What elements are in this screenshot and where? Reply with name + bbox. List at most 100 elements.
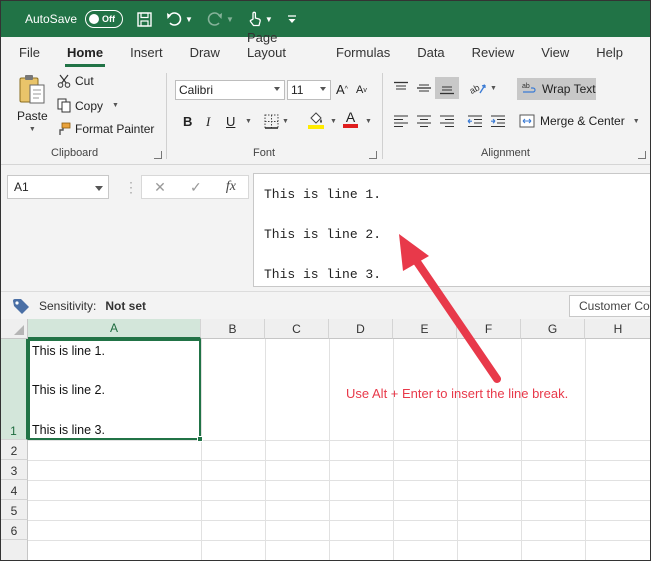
row-header-7[interactable] [1,540,28,560]
paste-caret-icon[interactable]: ▼ [29,126,36,133]
customize-qat-icon[interactable] [287,13,297,25]
middle-align-icon[interactable] [416,81,432,95]
column-header-c[interactable]: C [265,319,329,339]
column-header-b[interactable]: B [201,319,265,339]
bottom-align-icon[interactable] [435,77,459,99]
align-left-icon[interactable] [393,114,409,128]
tab-insert[interactable]: Insert [130,45,163,67]
gridline [28,480,650,481]
gridline [28,440,650,441]
tab-formulas[interactable]: Formulas [336,45,390,67]
clipboard-group-label: Clipboard [51,147,99,159]
borders-caret-icon[interactable]: ▼ [282,118,289,125]
cut-button[interactable]: Cut [57,74,94,88]
underline-button[interactable]: U [226,114,235,129]
row-header-6[interactable]: 6 [1,520,28,540]
spreadsheet-grid[interactable]: A B C D E F G H 1 2 3 4 5 6 This is line… [1,319,650,560]
orientation-icon[interactable]: ab ▼ [469,80,497,96]
font-name-select[interactable]: Calibri [175,80,285,100]
merge-center-caret-icon[interactable]: ▼ [633,118,640,125]
formula-bar[interactable]: This is line 1. This is line 2. This is … [253,173,650,287]
increase-indent-icon[interactable] [490,114,506,128]
column-header-g[interactable]: G [521,319,585,339]
sensitivity-value[interactable]: Not set [105,299,146,313]
clipboard-launcher-icon[interactable] [154,151,162,159]
autosave-label: AutoSave [25,12,78,26]
insert-function-icon[interactable]: fx [226,179,236,195]
font-separator [382,73,383,159]
toggle-knob [89,14,100,24]
save-icon[interactable] [137,11,152,27]
font-color-icon[interactable]: A [343,110,358,128]
enter-icon[interactable]: ✓ [190,179,202,196]
row-header-2[interactable]: 2 [1,440,28,460]
tab-view[interactable]: View [541,45,569,67]
borders-icon[interactable]: ▼ [264,114,289,129]
excel-window: AutoSave Off ▼ ▼ ▼ File Home Insert Draw… [0,0,651,561]
column-header-d[interactable]: D [329,319,393,339]
tab-file[interactable]: File [19,45,40,67]
bold-button[interactable]: B [183,114,192,129]
font-size-select[interactable]: 11 [287,80,331,100]
column-header-f[interactable]: F [457,319,521,339]
row-header-3[interactable]: 3 [1,460,28,480]
tab-home[interactable]: Home [64,45,106,67]
scissors-icon [57,74,71,88]
column-header-a[interactable]: A [28,319,201,339]
row-header-1[interactable]: 1 [1,339,28,440]
touch-caret-icon[interactable]: ▼ [265,15,273,24]
decrease-indent-icon[interactable] [467,114,483,128]
select-all-corner[interactable] [1,319,28,339]
redo-icon: ▼ [207,12,234,26]
active-cell-a1[interactable] [28,339,203,442]
increase-font-size-icon[interactable]: A ^ [336,82,348,97]
align-right-icon[interactable] [439,114,455,128]
undo-icon[interactable]: ▼ [166,12,193,26]
italic-button[interactable]: I [206,114,210,130]
autosave-state: Off [102,14,116,24]
name-box-caret-icon[interactable] [95,186,103,191]
title-bar: AutoSave Off ▼ ▼ ▼ [1,1,650,37]
copy-label: Copy [75,98,104,113]
font-group-label: Font [253,147,276,159]
row-header-5[interactable]: 5 [1,500,28,520]
fill-handle[interactable] [197,436,203,442]
autosave-toggle[interactable]: Off [85,10,124,28]
underline-caret-icon[interactable]: ▼ [245,118,252,125]
copy-caret-icon[interactable]: ▼ [112,102,119,109]
name-box[interactable]: A1 [7,175,109,199]
tab-draw[interactable]: Draw [190,45,220,67]
font-name-caret-icon [274,87,280,91]
tab-page-layout[interactable]: Page Layout [247,30,309,67]
sensitivity-tag-icon[interactable] [11,297,31,315]
alignment-launcher-icon[interactable] [638,151,646,159]
format-painter-button[interactable]: Format Painter [57,122,154,136]
column-header-h[interactable]: H [585,319,650,339]
ribbon: Paste ▼ Cut Copy ▼ Format Painter Clipbo… [1,67,650,165]
clipboard-separator [166,73,167,159]
copy-button[interactable]: Copy ▼ [57,98,119,113]
touch-mode-icon[interactable]: ▼ [248,11,273,27]
font-launcher-icon[interactable] [369,151,377,159]
tab-review[interactable]: Review [472,45,515,67]
fill-color-icon[interactable] [308,111,324,129]
tab-help[interactable]: Help [596,45,623,67]
gridline [28,540,650,541]
fill-color-caret-icon[interactable]: ▼ [330,118,337,125]
tab-data[interactable]: Data [417,45,444,67]
align-center-icon[interactable] [416,114,432,128]
merge-center-button[interactable]: Merge & Center ▼ [519,114,640,128]
top-align-icon[interactable] [393,81,409,95]
row-header-4[interactable]: 4 [1,480,28,500]
alignment-group-label: Alignment [481,147,530,159]
orientation-caret-icon[interactable]: ▼ [490,85,497,92]
font-color-caret-icon[interactable]: ▼ [365,118,372,125]
decrease-font-size-icon[interactable]: Av [356,84,367,96]
cancel-icon[interactable]: ✕ [154,179,166,196]
customer-field[interactable]: Customer Co [569,295,650,317]
paste-button[interactable]: Paste ▼ [17,73,48,133]
undo-caret-icon[interactable]: ▼ [185,15,193,24]
column-header-e[interactable]: E [393,319,457,339]
paste-icon [19,75,45,104]
wrap-text-button[interactable]: ab Wrap Text [517,78,596,100]
